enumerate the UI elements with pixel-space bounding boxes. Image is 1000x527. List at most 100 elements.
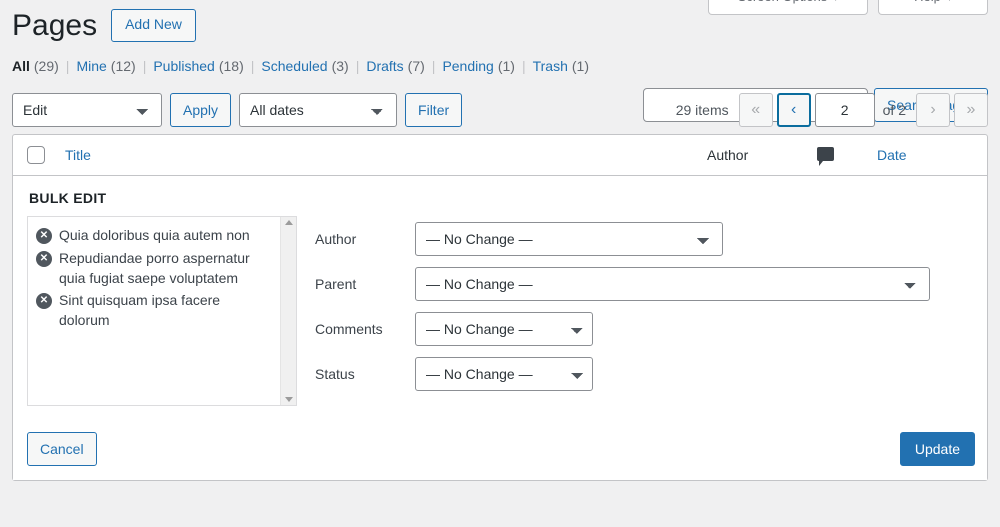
comments-field-label: Comments xyxy=(315,321,383,338)
list-item: ✕ Quia doloribus quia autem non xyxy=(36,225,274,245)
field-row-comments: Comments — No Change — xyxy=(315,312,975,347)
add-new-button[interactable]: Add New xyxy=(111,9,196,42)
field-row-parent: Parent — No Change — xyxy=(315,267,975,302)
column-header-date[interactable]: Date xyxy=(867,135,987,177)
view-filter-all[interactable]: All (29) | xyxy=(12,58,76,74)
view-filter-links: All (29) | Mine (12) | Published (18) | … xyxy=(12,58,988,74)
pages-admin-wrap: Pages Add New All (29) | Mine (12) | Pub… xyxy=(0,0,1000,482)
view-filter-pending-count: (1) xyxy=(497,58,515,74)
list-item-title: Quia doloribus quia autem non xyxy=(59,227,250,244)
list-item: ✕ Repudiandae porro aspernatur quia fugi… xyxy=(36,248,274,289)
tablenav-top: Edit Apply All dates Filter 29 items « ‹… xyxy=(12,90,988,130)
select-all-header[interactable] xyxy=(13,135,55,177)
screen-options-label: Screen Options xyxy=(738,0,828,4)
status-field-label: Status xyxy=(315,366,355,383)
view-filter-trash[interactable]: Trash (1) xyxy=(533,58,589,74)
author-select[interactable]: — No Change — xyxy=(415,222,723,257)
view-filter-published[interactable]: Published (18) | xyxy=(153,58,261,74)
pages-list-table: Title Author Date BULK EDIT ✕ Quia dolor… xyxy=(12,134,988,482)
parent-select[interactable]: — No Change — xyxy=(415,267,930,302)
bulk-edit-cell: BULK EDIT ✕ Quia doloribus quia autem no… xyxy=(13,176,987,421)
bulk-edit-fields: Author — No Change — Parent — No Change … xyxy=(315,216,975,402)
column-header-title-link[interactable]: Title xyxy=(65,147,91,163)
list-item-title: Repudiandae porro aspernatur quia fugiat… xyxy=(59,249,250,286)
bulk-edit-footer-cell: Cancel Update xyxy=(13,420,987,481)
current-page-input[interactable] xyxy=(814,93,875,127)
field-row-author: Author — No Change — xyxy=(315,222,975,257)
chevron-down-icon: ▾ xyxy=(833,0,838,4)
bulk-and-date-actions: Edit Apply All dates Filter xyxy=(12,93,463,127)
view-filter-scheduled-count: (3) xyxy=(331,58,349,74)
column-header-author-label: Author xyxy=(707,147,749,164)
column-header-author: Author xyxy=(697,135,807,177)
scroll-up-arrow-icon[interactable] xyxy=(284,220,293,226)
remove-icon[interactable]: ✕ xyxy=(36,250,52,267)
screen-options-tab[interactable]: Screen Options ▾ xyxy=(708,0,868,15)
scroll-down-arrow-icon[interactable] xyxy=(284,397,293,403)
prev-page-button[interactable]: ‹ xyxy=(776,93,811,127)
titles-list-scrollbar[interactable] xyxy=(280,217,296,406)
view-filter-drafts[interactable]: Drafts (7) | xyxy=(366,58,442,74)
comment-bubble-icon xyxy=(817,146,834,166)
apply-button[interactable]: Apply xyxy=(170,93,232,127)
view-filter-mine-link[interactable]: Mine xyxy=(76,58,106,74)
remove-icon[interactable]: ✕ xyxy=(36,293,52,310)
help-tab[interactable]: Help ▾ xyxy=(878,0,988,15)
screen-meta-links: Screen Options ▾ Help ▾ xyxy=(708,0,988,15)
bulk-edit-footer-row: Cancel Update xyxy=(13,420,987,481)
table-header-row: Title Author Date xyxy=(13,135,987,177)
list-item: ✕ Sint quisquam ipsa facere dolorum xyxy=(36,290,274,331)
table-body: BULK EDIT ✕ Quia doloribus quia autem no… xyxy=(13,176,987,481)
items-count: 29 items xyxy=(675,102,729,118)
date-filter-select[interactable]: All dates xyxy=(239,93,398,127)
view-filter-pending-link[interactable]: Pending xyxy=(442,58,493,74)
status-select[interactable]: — No Change — xyxy=(415,357,593,392)
separator: | xyxy=(142,58,147,74)
cancel-button[interactable]: Cancel xyxy=(27,432,97,467)
bulk-edit-titles-inner: ✕ Quia doloribus quia autem non ✕ Repudi… xyxy=(28,217,296,340)
bulk-edit-legend: BULK EDIT xyxy=(29,190,107,207)
view-filter-trash-count: (1) xyxy=(571,58,589,74)
field-row-status: Status — No Change — xyxy=(315,357,975,392)
separator: | xyxy=(65,58,70,74)
separator: | xyxy=(250,58,255,74)
first-page-button[interactable]: « xyxy=(738,93,773,127)
bulk-action-select[interactable]: Edit xyxy=(12,93,162,127)
bulk-edit-actions: Cancel Update xyxy=(13,420,987,481)
view-filter-pending[interactable]: Pending (1) | xyxy=(442,58,532,74)
bulk-edit-row: BULK EDIT ✕ Quia doloribus quia autem no… xyxy=(13,176,987,421)
column-header-comments[interactable] xyxy=(807,135,867,177)
view-filter-scheduled[interactable]: Scheduled (3) | xyxy=(261,58,366,74)
update-button[interactable]: Update xyxy=(899,432,975,467)
filter-button[interactable]: Filter xyxy=(405,93,463,127)
remove-icon[interactable]: ✕ xyxy=(36,228,52,245)
view-filter-scheduled-link[interactable]: Scheduled xyxy=(261,58,327,74)
chevron-down-icon: ▾ xyxy=(947,0,952,4)
bulk-edit-titles-list[interactable]: ✕ Quia doloribus quia autem non ✕ Repudi… xyxy=(27,216,297,407)
view-filter-mine-count: (12) xyxy=(110,58,136,74)
comments-select[interactable]: — No Change — xyxy=(415,312,593,347)
next-page-button[interactable]: › xyxy=(916,93,950,127)
parent-field-label: Parent xyxy=(315,276,357,293)
bulk-edit-body: ✕ Quia doloribus quia autem non ✕ Repudi… xyxy=(27,216,975,407)
separator: | xyxy=(431,58,436,74)
separator: | xyxy=(521,58,526,74)
view-filter-drafts-count: (7) xyxy=(407,58,425,74)
pagination: 29 items « ‹ of 2 › » xyxy=(676,90,988,130)
column-header-title[interactable]: Title xyxy=(55,135,697,177)
select-all-checkbox[interactable] xyxy=(27,146,45,165)
author-field-label: Author xyxy=(315,231,357,248)
help-label: Help xyxy=(914,0,941,4)
view-filter-published-link[interactable]: Published xyxy=(153,58,215,74)
separator: | xyxy=(355,58,360,74)
column-header-date-link[interactable]: Date xyxy=(877,147,907,163)
view-filter-trash-link[interactable]: Trash xyxy=(533,58,568,74)
list-item-title: Sint quisquam ipsa facere dolorum xyxy=(59,292,221,329)
total-pages-label: of 2 xyxy=(882,102,906,118)
view-filter-drafts-link[interactable]: Drafts xyxy=(366,58,403,74)
view-filter-all-count: (29) xyxy=(33,58,59,74)
view-filter-mine[interactable]: Mine (12) | xyxy=(76,58,153,74)
table-head: Title Author Date xyxy=(13,135,987,177)
last-page-button[interactable]: » xyxy=(954,93,988,127)
view-filter-all-link[interactable]: All xyxy=(12,58,30,74)
